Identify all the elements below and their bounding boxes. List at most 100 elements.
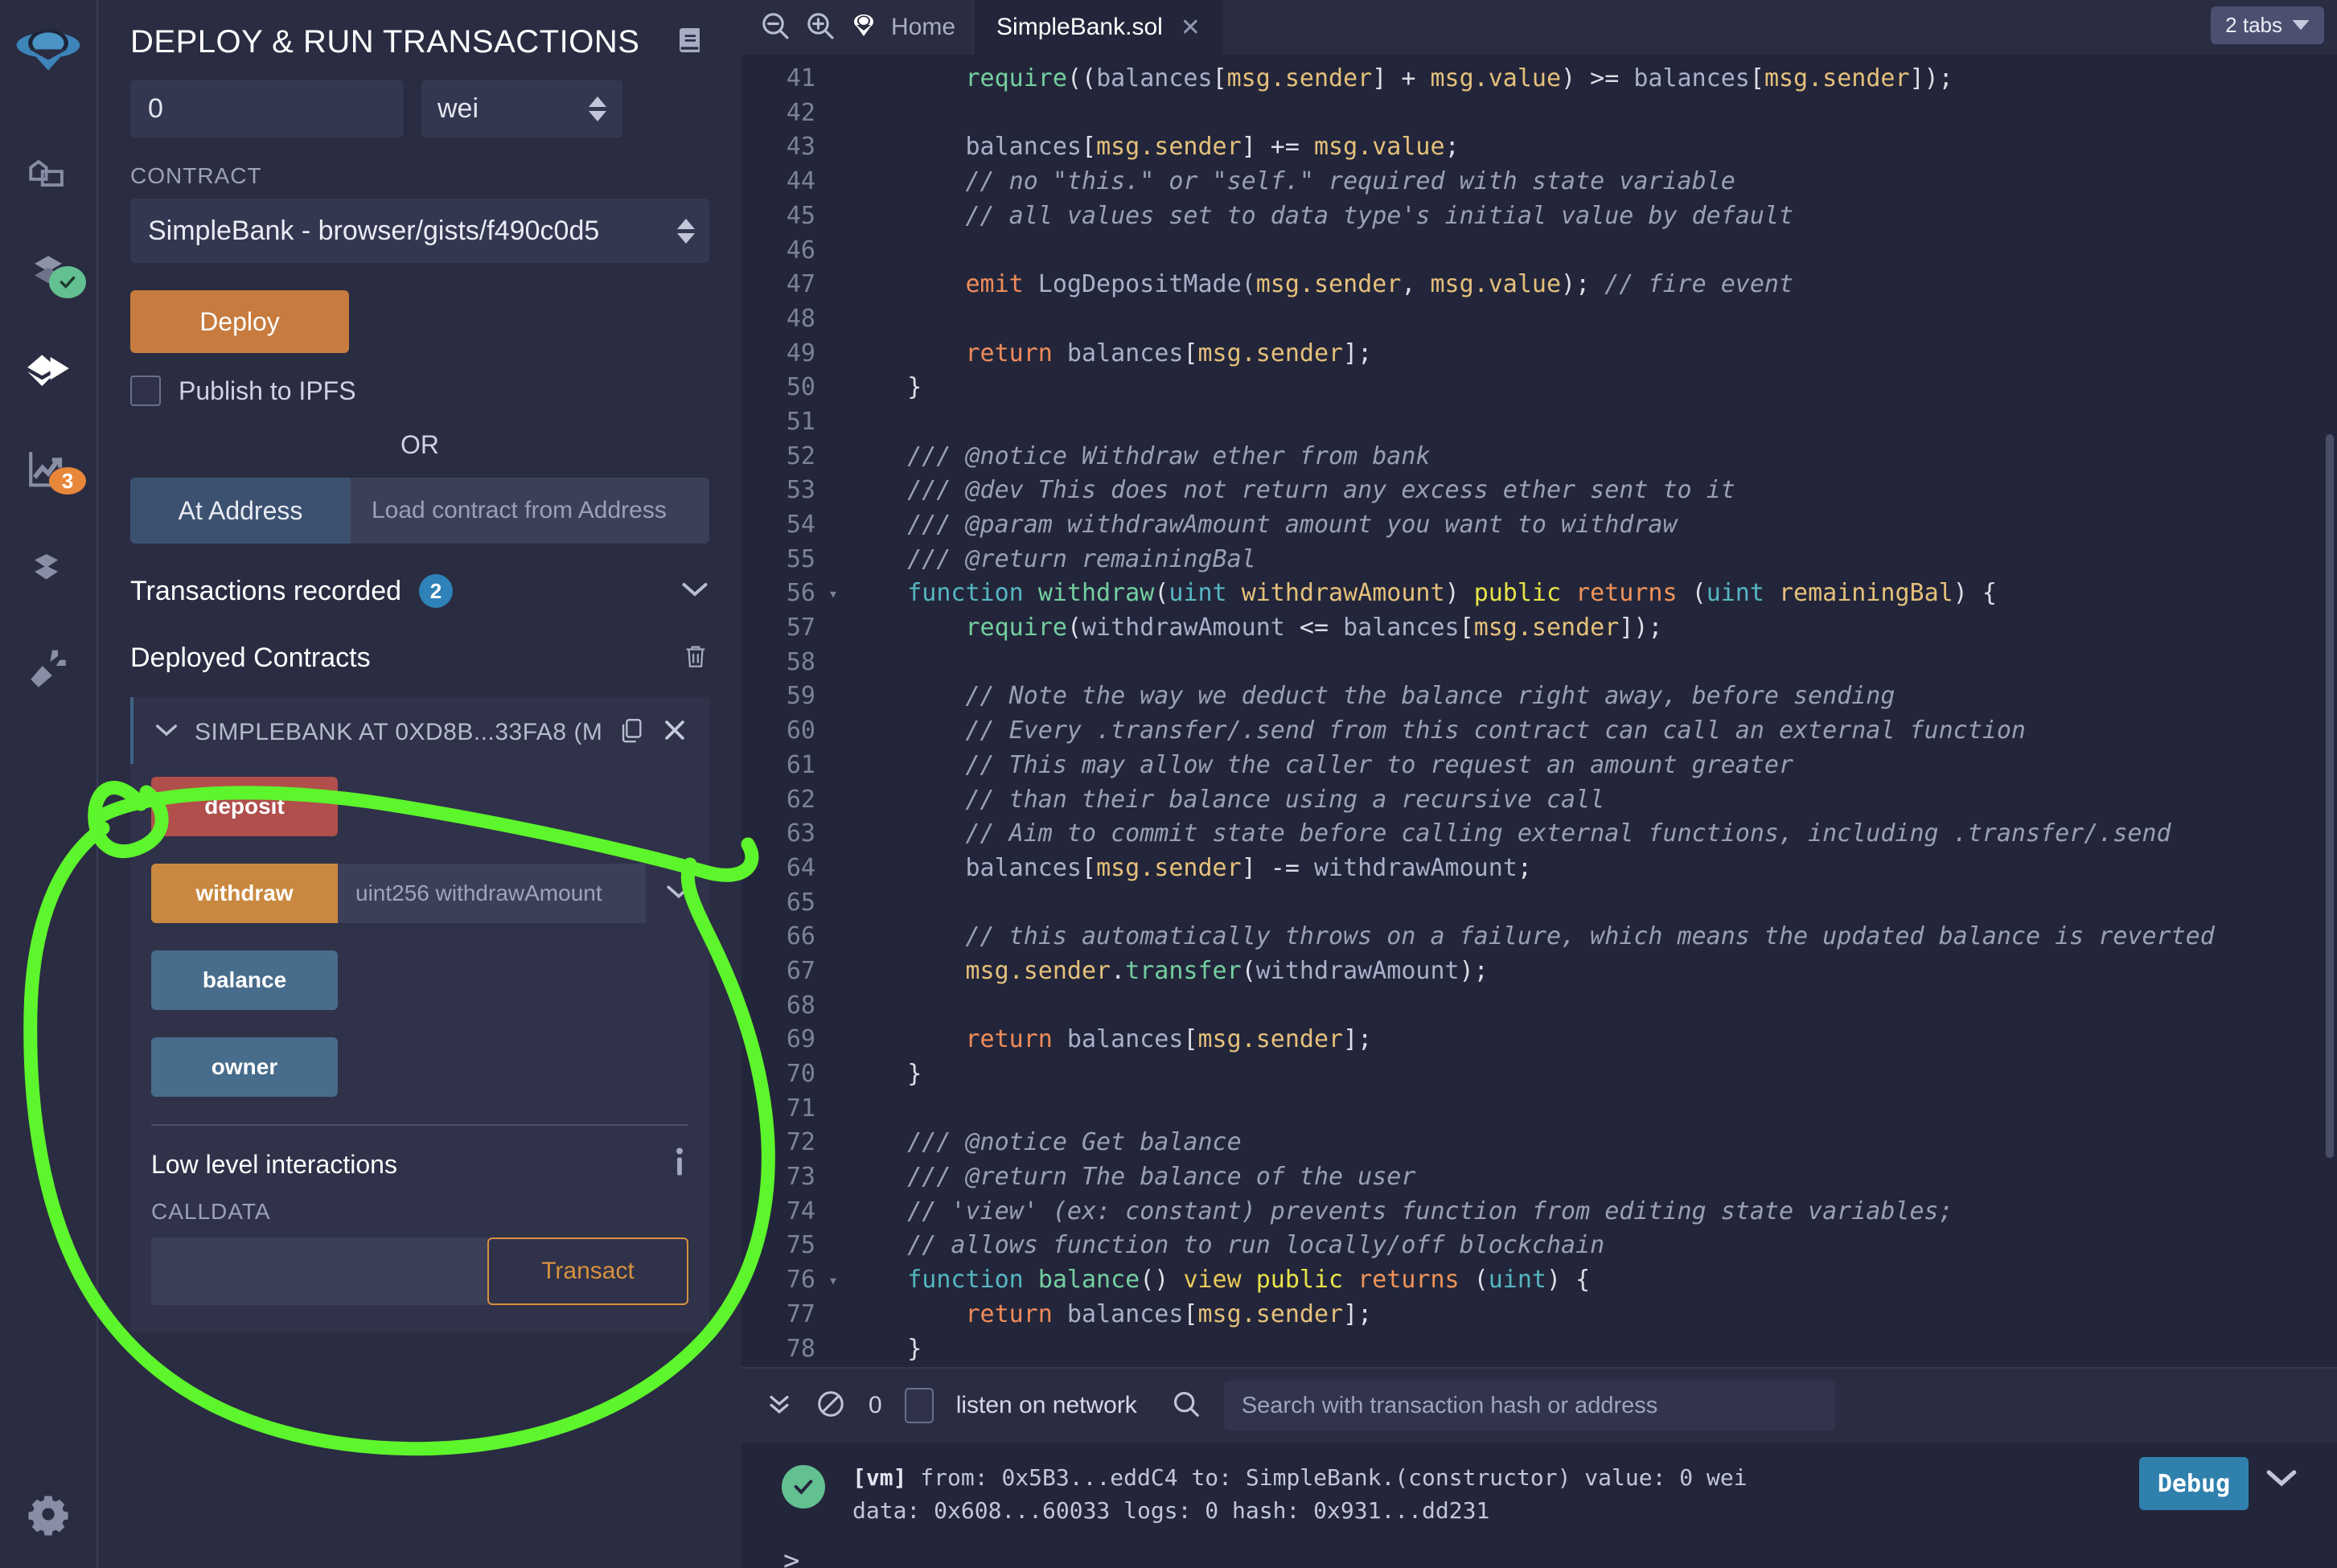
terminal-search-input[interactable] [1242, 1393, 1835, 1419]
close-icon[interactable]: ✕ [1181, 14, 1201, 42]
chevron-down-icon[interactable] [2265, 1467, 2298, 1493]
function-button-withdraw[interactable]: withdraw [151, 864, 338, 923]
code-line: 49 return balances[msg.sender]; [741, 336, 2337, 371]
code-line: 58 [741, 645, 2337, 679]
search-icon[interactable] [1171, 1389, 1201, 1423]
spinner-icon[interactable] [589, 96, 606, 121]
terminal-search-box[interactable] [1224, 1381, 1835, 1430]
copy-icon[interactable] [618, 715, 645, 749]
tabs-count-dropdown[interactable]: 2 tabs [2211, 6, 2324, 44]
double-chevron-down-icon[interactable] [766, 1389, 793, 1422]
code-text: // allows function to run locally/off bl… [849, 1231, 1604, 1259]
code-text: /// @notice Get balance [849, 1128, 1242, 1156]
zoom-in-icon[interactable] [804, 10, 836, 46]
code-text: } [849, 1335, 922, 1363]
function-input-withdraw[interactable] [338, 864, 646, 923]
sidebar-item-solidity-unit-testing[interactable] [0, 519, 97, 617]
contract-select[interactable]: SimpleBank - browser/gists/f490c0d5 [130, 199, 709, 263]
transaction-log-text: [vm] from: 0x5B3...eddC4 to: SimpleBank.… [852, 1462, 1748, 1527]
code-text: return balances[msg.sender]; [849, 1300, 1372, 1328]
code-line: 63 // Aim to commit state before calling… [741, 816, 2337, 851]
contract-spinner-icon[interactable] [677, 219, 695, 244]
publish-ipfs-checkbox[interactable] [130, 376, 161, 406]
line-number: 62 [741, 786, 828, 814]
line-number: 78 [741, 1335, 828, 1363]
line-number: 57 [741, 614, 828, 642]
line-number: 54 [741, 511, 828, 539]
chevron-down-icon[interactable] [665, 883, 692, 905]
line-number: 74 [741, 1197, 828, 1225]
terminal-toolbar: 0 listen on network [741, 1369, 2337, 1443]
line-number: 42 [741, 99, 828, 127]
code-line: 76▾ function balance() view public retur… [741, 1262, 2337, 1297]
at-address-row: At Address [130, 478, 709, 544]
sidebar-item-settings[interactable] [0, 1465, 97, 1563]
function-button-owner[interactable]: owner [151, 1037, 338, 1097]
zoom-out-icon[interactable] [759, 10, 791, 46]
sidebar-item-file-explorers[interactable] [0, 126, 97, 224]
code-text: /// @return The balance of the user [849, 1163, 1415, 1191]
chevron-down-icon[interactable] [154, 722, 179, 742]
close-icon[interactable] [661, 716, 688, 748]
code-line: 55 /// @return remainingBal [741, 542, 2337, 577]
sidebar-item-solidity-compiler[interactable] [0, 224, 97, 322]
function-button-balance[interactable]: balance [151, 950, 338, 1010]
contract-function-list: deposit withdraw balance owner [130, 764, 709, 1097]
code-text: // than their balance using a recursive … [849, 786, 1604, 814]
value-unit-select[interactable]: wei [421, 80, 622, 138]
sidebar-item-plugin-manager[interactable] [0, 617, 97, 715]
code-text: // Note the way we deduct the balance ri… [849, 682, 1895, 710]
fold-toggle-icon[interactable]: ▾ [828, 584, 849, 603]
code-text: // no "this." or "self." required with s… [849, 167, 1735, 195]
no-entry-icon[interactable] [815, 1389, 846, 1423]
value-input[interactable] [130, 80, 404, 138]
transactions-recorded-row[interactable]: Transactions recorded 2 [130, 574, 709, 608]
editor-scrollbar[interactable] [2326, 434, 2334, 1158]
chevron-down-icon[interactable] [680, 580, 709, 603]
at-address-input[interactable] [351, 478, 709, 544]
sidebar-item-solidity-analyzers[interactable]: 3 [0, 421, 97, 519]
trash-icon[interactable] [682, 640, 709, 676]
analyzer-count-badge: 3 [49, 467, 86, 495]
chevron-down-icon [2292, 20, 2310, 31]
tab-simplebank-sol[interactable]: SimpleBank.sol ✕ [973, 0, 1223, 55]
value-row: wei [130, 80, 709, 138]
function-button-deposit[interactable]: deposit [151, 777, 338, 836]
code-line: 51 [741, 404, 2337, 439]
code-text: /// @dev This does not return any excess… [849, 476, 1735, 504]
sidebar-item-deploy-and-run[interactable] [0, 322, 97, 421]
fold-toggle-icon[interactable]: ▾ [828, 1270, 849, 1290]
at-address-button[interactable]: At Address [130, 478, 351, 544]
line-number: 67 [741, 957, 828, 985]
debug-button[interactable]: Debug [2139, 1457, 2249, 1510]
code-line: 56▾ function withdraw(uint withdrawAmoun… [741, 577, 2337, 611]
code-line: 50 } [741, 370, 2337, 404]
code-line: 64 balances[msg.sender] -= withdrawAmoun… [741, 851, 2337, 885]
line-number: 77 [741, 1300, 828, 1328]
calldata-input[interactable] [151, 1238, 487, 1305]
listen-on-network-checkbox[interactable] [905, 1388, 934, 1423]
deploy-run-panel: DEPLOY & RUN TRANSACTIONS wei CONTRACT [98, 0, 741, 1568]
terminal-prompt[interactable]: > [741, 1527, 2337, 1568]
line-number: 75 [741, 1231, 828, 1259]
code-text: // Aim to commit state before calling ex… [849, 819, 2171, 848]
deployed-contract-header[interactable]: SIMPLEBANK AT 0XD8B...33FA8 (MEMO [130, 697, 709, 764]
function-row-deposit: deposit [151, 777, 688, 836]
home-icon[interactable] [849, 12, 878, 43]
or-separator: OR [130, 430, 709, 460]
terminal-pending-count: 0 [869, 1392, 882, 1419]
remix-logo-icon[interactable] [14, 18, 82, 89]
book-icon[interactable] [676, 23, 708, 62]
info-icon[interactable] [671, 1147, 688, 1183]
code-text: /// @notice Withdraw ether from bank [849, 442, 1430, 470]
line-number: 50 [741, 373, 828, 401]
code-text: } [849, 373, 922, 401]
low-level-interactions-label: Low level interactions [151, 1150, 397, 1180]
transaction-log-entry[interactable]: [vm] from: 0x5B3...eddC4 to: SimpleBank.… [741, 1443, 2337, 1527]
transact-button[interactable]: Transact [487, 1238, 688, 1305]
code-editor[interactable]: 41 require((balances[msg.sender] + msg.v… [741, 56, 2337, 1367]
publish-ipfs-row[interactable]: Publish to IPFS [130, 376, 709, 406]
home-tab-label[interactable]: Home [891, 14, 955, 41]
deploy-button[interactable]: Deploy [130, 290, 349, 353]
transactions-recorded-label: Transactions recorded [130, 576, 401, 607]
